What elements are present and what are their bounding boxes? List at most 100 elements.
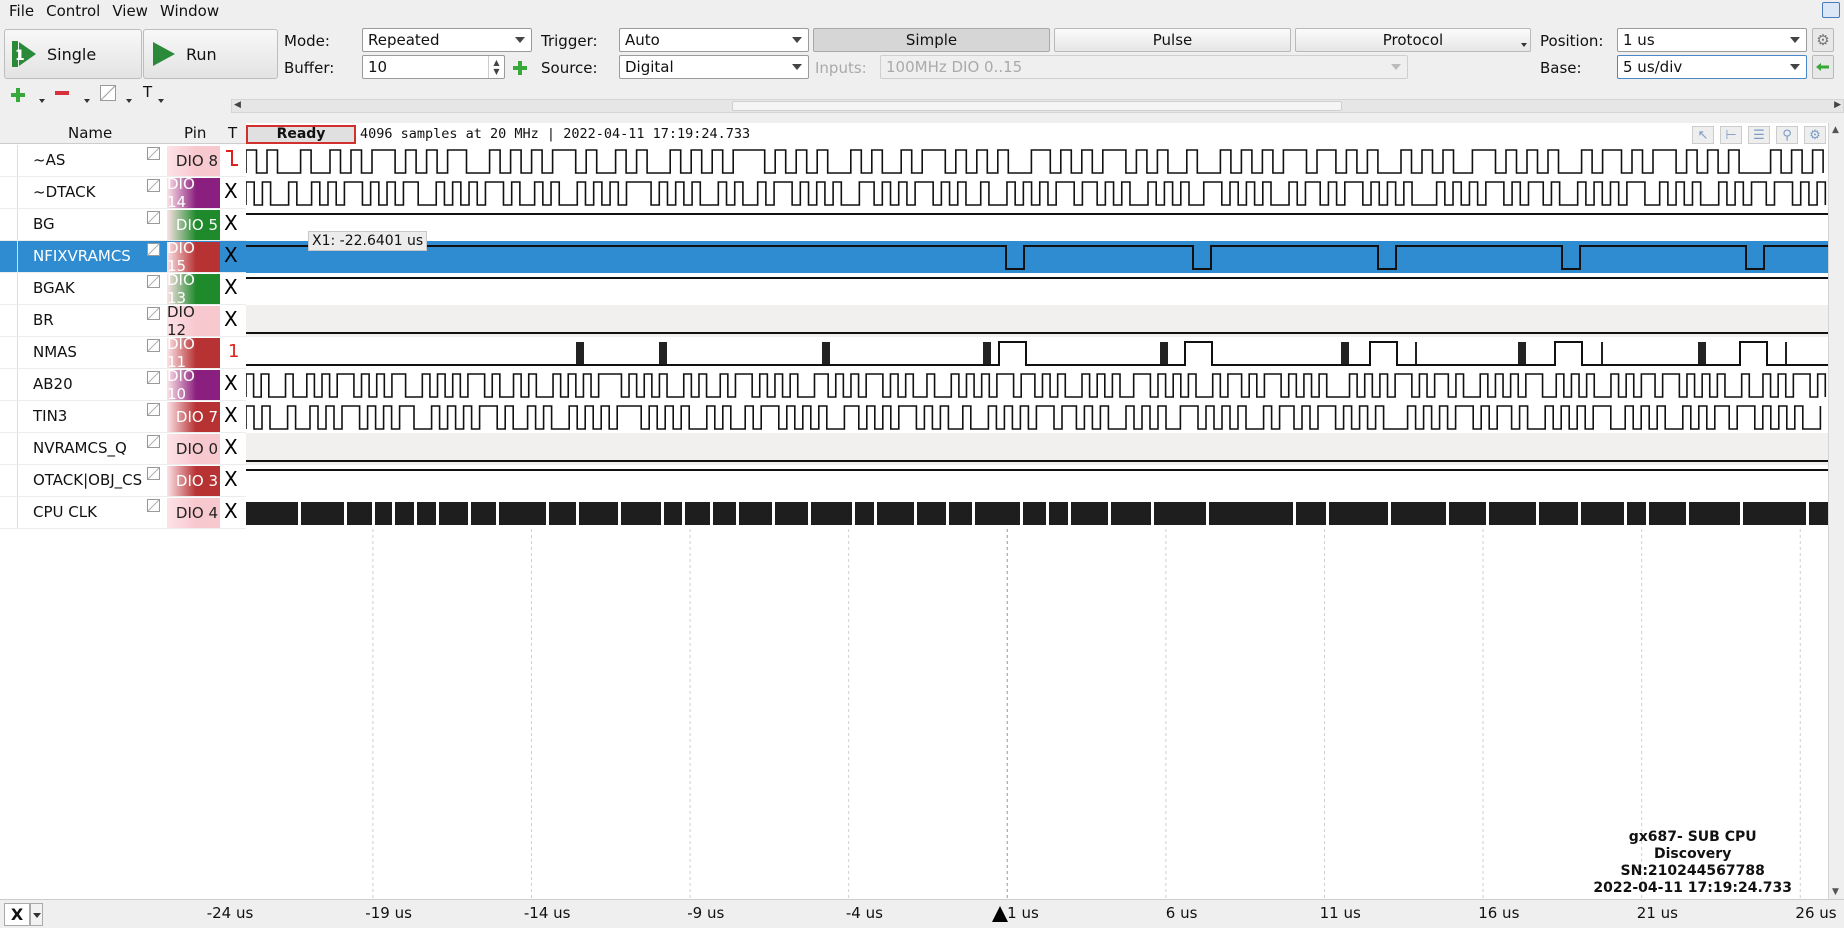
edit-icon[interactable] (147, 467, 160, 480)
x-axis-button[interactable]: X (4, 903, 30, 926)
channel-pin[interactable]: DIO 11 (167, 335, 220, 371)
channel-name[interactable]: NFIXVRAMCS (33, 247, 131, 265)
x-axis-dropdown[interactable] (30, 903, 43, 926)
tab-pulse[interactable]: Pulse (1054, 28, 1291, 52)
scroll-right-icon[interactable]: ▶ (1834, 100, 1841, 110)
plot-settings-icon[interactable]: ⚙ (1804, 126, 1826, 144)
align-icon[interactable]: ☰ (1748, 126, 1770, 144)
channel-pin[interactable]: DIO 12 (167, 303, 220, 339)
menu-file[interactable]: File (0, 2, 40, 20)
channel-name[interactable]: BG (33, 215, 55, 233)
channel-name[interactable]: NVRAMCS_Q (33, 439, 127, 457)
waveform-plot[interactable] (246, 123, 1828, 899)
chevron-down-icon[interactable] (84, 99, 90, 103)
channel-name[interactable]: CPU CLK (33, 503, 97, 521)
waveform-canvas[interactable] (246, 123, 1828, 899)
source-select[interactable]: Digital (619, 55, 809, 79)
edit-icon[interactable] (147, 371, 160, 384)
channel-name[interactable]: AB20 (33, 375, 73, 393)
edit-icon[interactable] (147, 243, 160, 256)
scroll-up-icon[interactable]: ▲ (1832, 125, 1839, 135)
edit-icon[interactable] (147, 307, 160, 320)
channel-name[interactable]: TIN3 (33, 407, 67, 425)
edit-icon[interactable] (147, 403, 160, 416)
add-icon[interactable] (512, 60, 528, 76)
header-trigger[interactable]: T (228, 124, 237, 142)
row-handle[interactable] (0, 177, 18, 208)
buffer-stepper[interactable]: ▲ ▼ (488, 56, 504, 78)
header-pin[interactable]: Pin (184, 124, 206, 142)
channel-row[interactable]: BR DIO 12 X (0, 303, 246, 339)
header-name[interactable]: Name (68, 124, 112, 142)
row-handle[interactable] (0, 305, 18, 336)
row-handle[interactable] (0, 145, 18, 176)
trigger-condition[interactable]: X (224, 211, 238, 235)
chevron-down-icon[interactable] (126, 99, 132, 103)
menu-window[interactable]: Window (154, 2, 225, 20)
channel-row[interactable]: NVRAMCS_Q DIO 0X (0, 433, 246, 465)
vertical-scrollbar[interactable]: ▲ ▼ (1828, 123, 1844, 899)
row-handle[interactable] (0, 273, 18, 304)
tab-protocol[interactable]: Protocol (1295, 28, 1531, 52)
run-button[interactable]: Run (143, 29, 278, 79)
row-handle[interactable] (0, 369, 18, 400)
channel-name[interactable]: ~AS (33, 151, 65, 169)
trigger-select[interactable]: Auto (619, 28, 809, 52)
edit-icon[interactable] (147, 211, 160, 224)
trigger-condition[interactable]: X (224, 243, 238, 267)
row-handle[interactable] (0, 497, 18, 528)
channel-pin[interactable]: DIO 0 (167, 434, 220, 464)
trigger-condition[interactable]: 1 (228, 341, 239, 362)
edit-icon[interactable] (147, 435, 160, 448)
channel-pin[interactable]: DIO 10 (167, 367, 220, 403)
cursor-icon[interactable]: ⊢ (1720, 126, 1742, 144)
single-button[interactable]: 1 Single (4, 29, 142, 79)
channel-row[interactable]: NMAS DIO 11 1 (0, 335, 246, 371)
channel-row[interactable]: TIN3 DIO 7X (0, 401, 246, 433)
edit-icon[interactable] (147, 339, 160, 352)
edit-icon[interactable] (147, 499, 160, 512)
channel-pin[interactable]: DIO 7 (167, 402, 220, 432)
trigger-condition[interactable]: X (224, 499, 238, 523)
trigger-condition[interactable]: X (224, 307, 238, 331)
edit-icon[interactable] (147, 179, 160, 192)
trigger-condition[interactable]: X (224, 371, 238, 395)
settings-gear-button[interactable]: ⚙ (1812, 28, 1834, 52)
position-input[interactable]: 1 us (1617, 28, 1807, 52)
channel-pin[interactable]: DIO 8 (167, 146, 220, 176)
pointer-icon[interactable]: ↖ (1692, 126, 1714, 144)
channel-pin[interactable]: DIO 5 (167, 210, 220, 240)
channel-name[interactable]: ~DTACK (33, 183, 95, 201)
chevron-down-icon[interactable] (158, 99, 164, 103)
window-restore-icon[interactable] (1822, 2, 1840, 18)
channel-pin[interactable]: DIO 3 (167, 466, 220, 496)
base-input[interactable]: 5 us/div (1617, 55, 1807, 79)
channel-name[interactable]: OTACK|OBJ_CS (33, 471, 142, 489)
trigger-condition[interactable]: X (224, 275, 238, 299)
trigger-condition[interactable]: X (224, 403, 238, 427)
mode-select[interactable]: Repeated (362, 28, 532, 52)
row-handle[interactable] (0, 401, 18, 432)
channel-name[interactable]: BR (33, 311, 54, 329)
channel-row[interactable]: ~AS DIO 8 (0, 145, 246, 177)
channel-name[interactable]: BGAK (33, 279, 75, 297)
row-handle[interactable] (0, 465, 18, 496)
trigger-column-icon[interactable]: T (143, 83, 152, 101)
channel-name[interactable]: NMAS (33, 343, 77, 361)
buffer-spinbox[interactable]: 10 ▲ ▼ (362, 55, 505, 79)
chevron-down-icon[interactable] (39, 99, 45, 103)
trigger-condition[interactable] (224, 147, 238, 175)
trigger-position-marker[interactable] (992, 906, 1008, 922)
scroll-down-icon[interactable]: ▼ (1832, 887, 1839, 897)
channel-row[interactable]: ~DTACK DIO 14 X (0, 175, 246, 211)
edit-icon[interactable] (147, 275, 160, 288)
scroll-left-icon[interactable]: ◀ (234, 100, 241, 110)
channel-row[interactable]: BG DIO 5X (0, 209, 246, 241)
edit-icon[interactable] (147, 147, 160, 160)
channel-row[interactable]: CPU CLK DIO 4X (0, 497, 246, 529)
row-handle[interactable] (0, 241, 18, 272)
channel-row[interactable]: BGAK DIO 13 X (0, 271, 246, 307)
row-handle[interactable] (0, 209, 18, 240)
menu-control[interactable]: Control (40, 2, 106, 20)
channel-row[interactable]: AB20 DIO 10 X (0, 367, 246, 403)
